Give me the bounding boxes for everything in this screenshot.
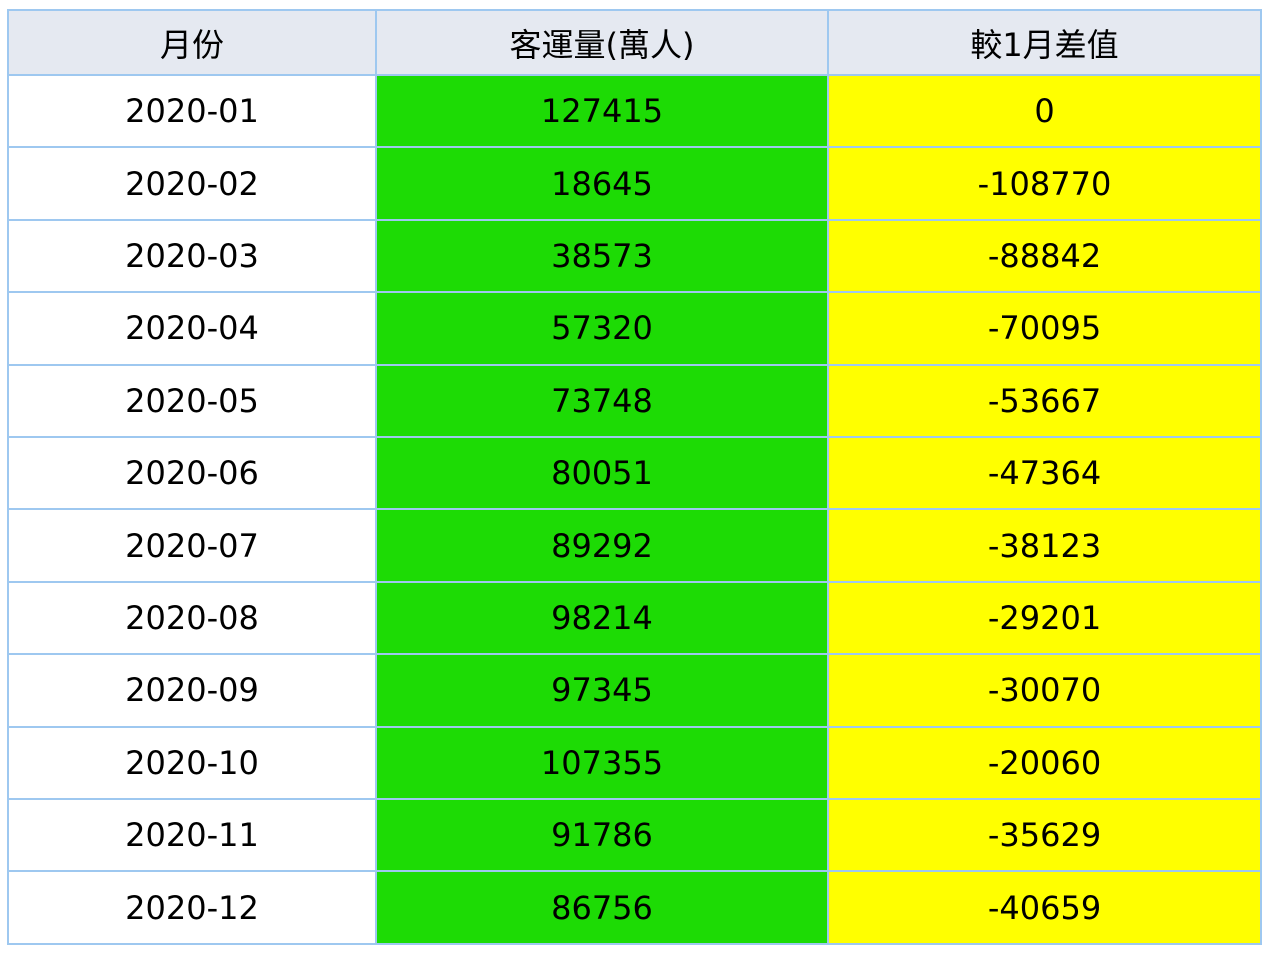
cell-difference: -108770 xyxy=(827,146,1262,221)
cell-difference: -30070 xyxy=(827,653,1262,728)
data-table-container: 月份 客運量(萬人) 較1月差值 2020-01 127415 0 2020-02 18… xyxy=(7,9,1262,945)
header-difference-from-january: 較1月差值 xyxy=(827,9,1262,76)
cell-passenger-volume: 91786 xyxy=(375,798,829,873)
table-row: 2020-03 38573 -88842 xyxy=(7,218,1262,294)
header-passenger-volume: 客運量(萬人) xyxy=(375,9,829,76)
cell-month: 2020-09 xyxy=(7,653,377,728)
cell-month: 2020-02 xyxy=(7,146,377,221)
cell-difference: -88842 xyxy=(827,218,1262,294)
cell-passenger-volume: 18645 xyxy=(375,146,829,221)
cell-month: 2020-07 xyxy=(7,508,377,583)
passenger-volume-table: 月份 客運量(萬人) 較1月差值 2020-01 127415 0 2020-02 18… xyxy=(7,9,1262,945)
cell-difference: -40659 xyxy=(827,870,1262,945)
table-row: 2020-08 98214 -29201 xyxy=(7,580,1262,656)
table-row: 2020-05 73748 -53667 xyxy=(7,363,1262,439)
cell-difference: -29201 xyxy=(827,580,1262,656)
cell-month: 2020-06 xyxy=(7,436,377,511)
table-row: 2020-02 18645 -108770 xyxy=(7,146,1262,221)
cell-difference: -70095 xyxy=(827,291,1262,366)
cell-passenger-volume: 80051 xyxy=(375,436,829,511)
table-row: 2020-04 57320 -70095 xyxy=(7,291,1262,366)
cell-difference: -53667 xyxy=(827,363,1262,439)
cell-month: 2020-10 xyxy=(7,725,377,801)
header-month: 月份 xyxy=(7,9,377,76)
cell-passenger-volume: 38573 xyxy=(375,218,829,294)
cell-month: 2020-03 xyxy=(7,218,377,294)
cell-difference: -35629 xyxy=(827,798,1262,873)
cell-passenger-volume: 86756 xyxy=(375,870,829,945)
table-body: 2020-01 127415 0 2020-02 18645 -108770 2020-03… xyxy=(7,73,1262,945)
table-row: 2020-09 97345 -30070 xyxy=(7,653,1262,728)
table-row: 2020-07 89292 -38123 xyxy=(7,508,1262,583)
cell-difference: 0 xyxy=(827,73,1262,149)
cell-passenger-volume: 97345 xyxy=(375,653,829,728)
cell-difference: -20060 xyxy=(827,725,1262,801)
table-row: 2020-11 91786 -35629 xyxy=(7,798,1262,873)
cell-month: 2020-05 xyxy=(7,363,377,439)
cell-month: 2020-08 xyxy=(7,580,377,656)
table-row: 2020-01 127415 0 xyxy=(7,73,1262,149)
table-row: 2020-10 107355 -20060 xyxy=(7,725,1262,801)
cell-month: 2020-04 xyxy=(7,291,377,366)
cell-passenger-volume: 127415 xyxy=(375,73,829,149)
cell-difference: -38123 xyxy=(827,508,1262,583)
cell-passenger-volume: 89292 xyxy=(375,508,829,583)
table-row: 2020-06 80051 -47364 xyxy=(7,436,1262,511)
cell-passenger-volume: 57320 xyxy=(375,291,829,366)
header-row: 月份 客運量(萬人) 較1月差值 xyxy=(7,9,1262,76)
cell-month: 2020-12 xyxy=(7,870,377,945)
cell-passenger-volume: 98214 xyxy=(375,580,829,656)
cell-passenger-volume: 73748 xyxy=(375,363,829,439)
cell-passenger-volume: 107355 xyxy=(375,725,829,801)
cell-month: 2020-11 xyxy=(7,798,377,873)
table-row: 2020-12 86756 -40659 xyxy=(7,870,1262,945)
cell-difference: -47364 xyxy=(827,436,1262,511)
cell-month: 2020-01 xyxy=(7,73,377,149)
